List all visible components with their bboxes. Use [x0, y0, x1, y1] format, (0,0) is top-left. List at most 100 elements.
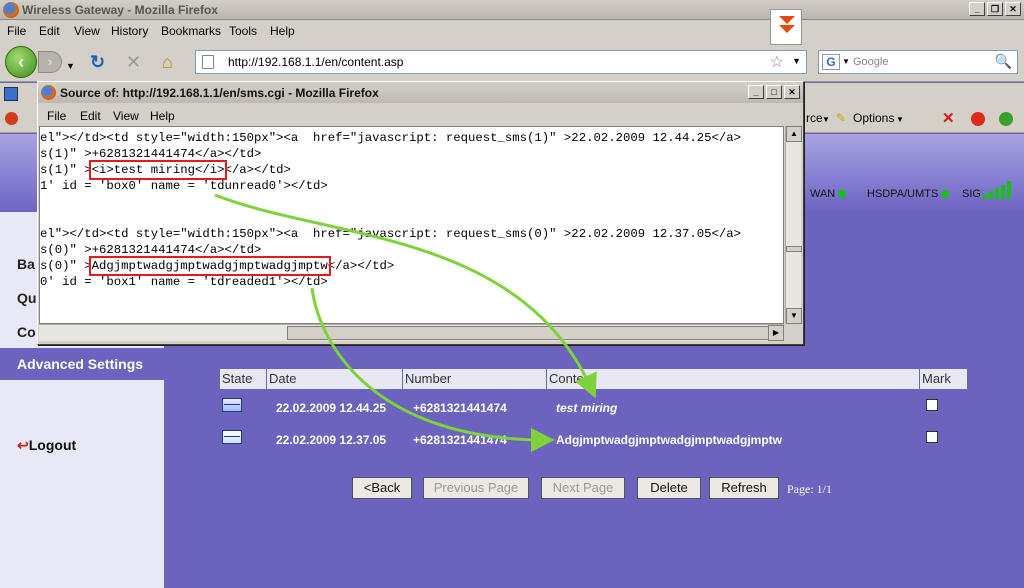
navigation-toolbar: ‹ › ▼ ↻ ✕ ⌂ http://192.168.1.1/en/conten…	[0, 42, 1024, 82]
row-content[interactable]: test miring	[556, 401, 617, 415]
wan-led-icon	[838, 190, 847, 199]
code-line: s(1)" >+6281321441474</a></td>	[40, 147, 262, 161]
options-dropdown-icon[interactable]: ▼	[896, 115, 904, 124]
search-box[interactable]: G ▼ Google 🔍	[818, 50, 1018, 74]
search-icon[interactable]: 🔍	[995, 53, 1012, 70]
source-menubar: File Edit View Help	[38, 104, 803, 126]
code-line: 0' id = 'box1' name = 'tdreaded1'></td>	[40, 275, 328, 289]
mark-checkbox[interactable]	[926, 431, 938, 443]
row-number: +6281321441474	[413, 433, 507, 447]
header-number: Number	[403, 369, 548, 389]
restore-button[interactable]: ❐	[987, 2, 1003, 16]
signal-bars-icon	[983, 181, 1011, 199]
source-statusbar	[39, 341, 802, 344]
back-button[interactable]: <Back	[352, 477, 412, 499]
header-content: Content	[547, 369, 921, 389]
address-bar[interactable]: http://192.168.1.1/en/content.asp ☆ ▼	[195, 50, 807, 74]
highlighted-code-test-miring: <i>test miring</i>	[88, 160, 228, 180]
refresh-button[interactable]: Refresh	[709, 477, 779, 499]
options-menu[interactable]: Options	[853, 111, 894, 125]
header-state: State	[220, 369, 268, 389]
bookmark-icon[interactable]	[4, 87, 18, 101]
row-date: 22.02.2009 12.44.25	[276, 401, 387, 415]
close-ext-icon[interactable]: ✕	[942, 109, 955, 127]
browser-menubar: File Edit View History Bookmarks Tools H…	[0, 20, 1024, 42]
engine-dropdown-icon[interactable]: ▼	[842, 57, 850, 66]
code-line: el"></td><td style="width:150px"><a href…	[40, 227, 742, 241]
help-icon[interactable]	[971, 112, 985, 126]
scroll-up-icon[interactable]: ▲	[786, 126, 802, 142]
source-menu-edit[interactable]: Edit	[80, 109, 101, 123]
row-number: +6281321441474	[413, 401, 507, 415]
window-title: Wireless Gateway - Mozilla Firefox	[22, 3, 218, 17]
close-button[interactable]: ✕	[1005, 2, 1021, 16]
scroll-thumb[interactable]	[786, 246, 802, 252]
source-menu-file[interactable]: File	[47, 109, 66, 123]
highlighted-code-adgjmptw: Adgjmptwadgjmptwadgjmptwadgjmptw	[88, 256, 331, 276]
scroll-right-icon[interactable]: ▶	[768, 325, 784, 341]
scroll-down-icon[interactable]: ▼	[786, 308, 802, 324]
table-row[interactable]: 22.02.2009 12.37.05 +6281321441474 Adgjm…	[220, 428, 970, 458]
source-code-view[interactable]: el"></td><td style="width:150px"><a href…	[39, 126, 784, 324]
url-dropdown-icon[interactable]: ▼	[792, 56, 801, 66]
search-placeholder: Google	[853, 56, 889, 68]
sidebar-item-basic[interactable]: Ba	[17, 256, 35, 272]
menu-tools[interactable]: Tools	[229, 24, 257, 38]
horizontal-scrollbar[interactable]: ▶	[39, 324, 784, 341]
menu-help[interactable]: Help	[270, 24, 295, 38]
menu-edit[interactable]: Edit	[39, 24, 60, 38]
window-controls: _ ❐ ✕	[969, 2, 1021, 16]
google-engine-icon[interactable]: G	[822, 54, 840, 70]
previous-page-button[interactable]: Previous Page	[423, 477, 529, 499]
code-line: el"></td><td style="width:150px"><a href…	[40, 131, 742, 145]
row-date: 22.02.2009 12.37.05	[276, 433, 387, 447]
options-icon: ✎	[836, 111, 847, 125]
history-dropdown-icon[interactable]: ▼	[66, 56, 75, 76]
browser-titlebar: Wireless Gateway - Mozilla Firefox _ ❐ ✕	[0, 0, 1024, 20]
maximize-button[interactable]: □	[766, 85, 782, 99]
logout-link[interactable]: ↩Logout	[17, 437, 76, 454]
source-menu-help[interactable]: Help	[150, 109, 175, 123]
mark-checkbox[interactable]	[926, 399, 938, 411]
page-info: Page: 1/1	[787, 482, 832, 496]
bookmark-star-icon[interactable]: ☆	[770, 52, 784, 72]
signal-label: SIG	[962, 188, 981, 200]
sidebar-item-quick[interactable]: Qu	[17, 290, 36, 306]
logout-icon: ↩	[17, 437, 29, 453]
firefox-icon	[41, 85, 56, 100]
ok-icon[interactable]	[999, 112, 1013, 126]
downloader-icon[interactable]	[770, 9, 802, 45]
forward-icon[interactable]: ›	[38, 51, 62, 73]
home-icon[interactable]: ⌂	[162, 52, 173, 72]
hsdpa-led-icon	[941, 190, 950, 199]
minimize-button[interactable]: _	[748, 85, 764, 99]
menu-history[interactable]: History	[111, 24, 148, 38]
close-button[interactable]: ✕	[784, 85, 800, 99]
minimize-button[interactable]: _	[969, 2, 985, 16]
menu-bookmarks[interactable]: Bookmarks	[161, 24, 221, 38]
sidebar-item-connection[interactable]: Co	[17, 324, 36, 340]
header-mark: Mark	[920, 369, 967, 389]
stop-icon[interactable]: ✕	[126, 52, 141, 72]
source-menu-view[interactable]: View	[113, 109, 139, 123]
source-window-controls: _ □ ✕	[748, 85, 800, 99]
row-content[interactable]: Adgjmptwadgjmptwadgjmptwadgjmptw	[556, 433, 782, 447]
back-icon[interactable]: ‹	[5, 46, 37, 78]
unread-envelope-icon	[222, 398, 242, 412]
menu-file[interactable]: File	[7, 24, 26, 38]
table-row[interactable]: 22.02.2009 12.44.25 +6281321441474 test …	[220, 397, 970, 427]
next-page-button[interactable]: Next Page	[541, 477, 625, 499]
read-envelope-icon	[222, 430, 242, 444]
delete-button[interactable]: Delete	[637, 477, 701, 499]
code-line: s(0)" >Adgjmptwadgjmptwadgjmptwadgjmptw<…	[40, 256, 395, 276]
dropdown-icon[interactable]: ▼	[822, 115, 830, 124]
h-scroll-thumb[interactable]	[287, 326, 780, 340]
sidebar-item-advanced-settings[interactable]: Advanced Settings	[0, 348, 164, 380]
toolbar-fragment[interactable]: rce	[806, 111, 823, 125]
stop-ext-icon[interactable]	[5, 112, 18, 125]
code-line: s(0)" >+6281321441474</a></td>	[40, 243, 262, 257]
menu-view[interactable]: View	[74, 24, 100, 38]
view-source-window: Source of: http://192.168.1.1/en/sms.cgi…	[37, 81, 804, 345]
vertical-scrollbar[interactable]: ▲ ▼	[785, 126, 802, 324]
reload-icon[interactable]: ↻	[90, 52, 105, 72]
